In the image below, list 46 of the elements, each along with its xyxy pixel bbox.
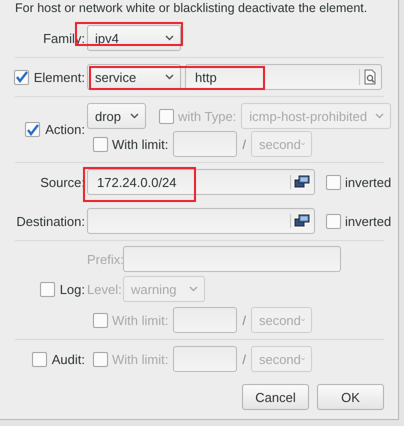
separator: /	[242, 352, 246, 366]
checkbox[interactable]	[25, 122, 40, 137]
limit-label: With limit:	[112, 352, 168, 366]
limit-field[interactable]	[173, 131, 238, 157]
separator: /	[242, 312, 246, 328]
chevron-icon	[300, 141, 305, 147]
chevron-icon	[300, 317, 305, 323]
network-icon[interactable]	[290, 214, 310, 228]
inverted-label: inverted	[345, 174, 392, 190]
checkbox[interactable]	[326, 214, 341, 228]
limit-field[interactable]	[173, 346, 238, 372]
inverted-label: inverted	[345, 214, 392, 228]
action-label: Action:	[45, 122, 85, 137]
separator: /	[242, 136, 246, 152]
limit-label: With limit:	[112, 312, 168, 328]
search-icon[interactable]	[359, 69, 377, 85]
family-dropdown[interactable]: ipv4	[87, 25, 181, 51]
chevron-icon	[130, 113, 139, 119]
network-icon[interactable]	[290, 175, 310, 189]
checkbox[interactable]	[14, 70, 29, 84]
chevron-icon	[165, 74, 174, 80]
chevron-icon	[165, 35, 174, 41]
dialog-button[interactable]: OK	[317, 384, 384, 410]
chevron-icon	[189, 286, 198, 292]
action-dropdown[interactable]: drop	[87, 103, 146, 129]
element-label: Element:	[34, 70, 85, 84]
limit-label: With limit:	[112, 136, 168, 152]
prefix-label: Prefix:	[87, 252, 121, 266]
level-label: Level:	[87, 282, 121, 296]
checkbox[interactable]	[326, 174, 341, 190]
log-label: Log:	[60, 282, 85, 296]
limit-field[interactable]	[173, 307, 238, 333]
dialog-button[interactable]: Cancel	[242, 384, 309, 410]
type-label: with Type:	[178, 108, 236, 124]
prefix-field[interactable]	[123, 246, 341, 272]
intro-text: For host or network white or blacklisting deactivate the element.	[15, 1, 368, 15]
chevron-icon	[375, 113, 384, 119]
destination-field[interactable]	[87, 208, 315, 234]
source-label: Source:	[40, 174, 85, 190]
checkbox[interactable]	[32, 352, 47, 366]
destination-label: Destination:	[16, 214, 85, 228]
audit-label: Audit:	[52, 352, 85, 366]
element-field[interactable]: http	[185, 64, 382, 90]
source-field[interactable]: 172.24.0.0/24	[87, 169, 315, 195]
checkbox[interactable]	[93, 136, 108, 152]
chevron-icon	[300, 356, 305, 362]
